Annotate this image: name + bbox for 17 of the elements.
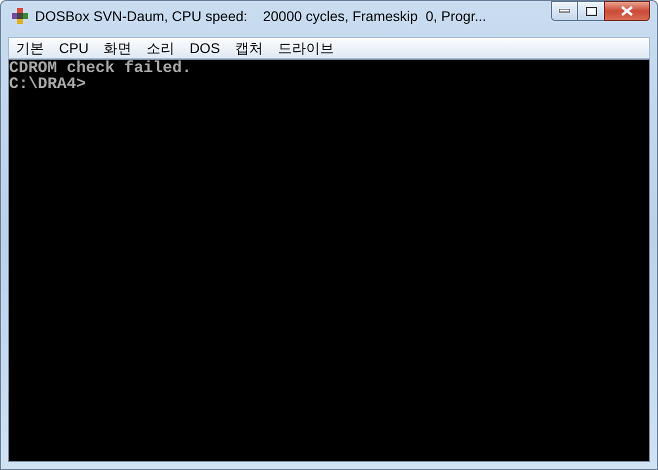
menu-item[interactable]: 기본	[16, 38, 44, 58]
close-button[interactable]	[604, 1, 650, 21]
menu-item[interactable]: 캡처	[234, 38, 263, 58]
menu-item[interactable]: 드라이브	[278, 38, 334, 58]
console-line: C:\DRA4>	[9, 76, 87, 92]
minimize-icon	[559, 9, 570, 13]
minimize-button[interactable]	[551, 1, 578, 21]
menu-item[interactable]: CPU	[59, 38, 89, 58]
maximize-icon	[586, 6, 596, 16]
console-line: CDROM check failed.	[9, 60, 192, 76]
close-icon	[621, 6, 633, 16]
menu-item[interactable]: DOS	[190, 38, 220, 58]
maximize-button[interactable]	[578, 1, 604, 21]
menu-item[interactable]: 소리	[146, 38, 175, 58]
app-icon	[11, 7, 29, 25]
menu-item[interactable]: 화면	[104, 38, 132, 58]
window-title: DOSBox SVN-Daum, CPU speed: 20000 cycles, Frameskip 0, Progr...	[35, 6, 486, 26]
